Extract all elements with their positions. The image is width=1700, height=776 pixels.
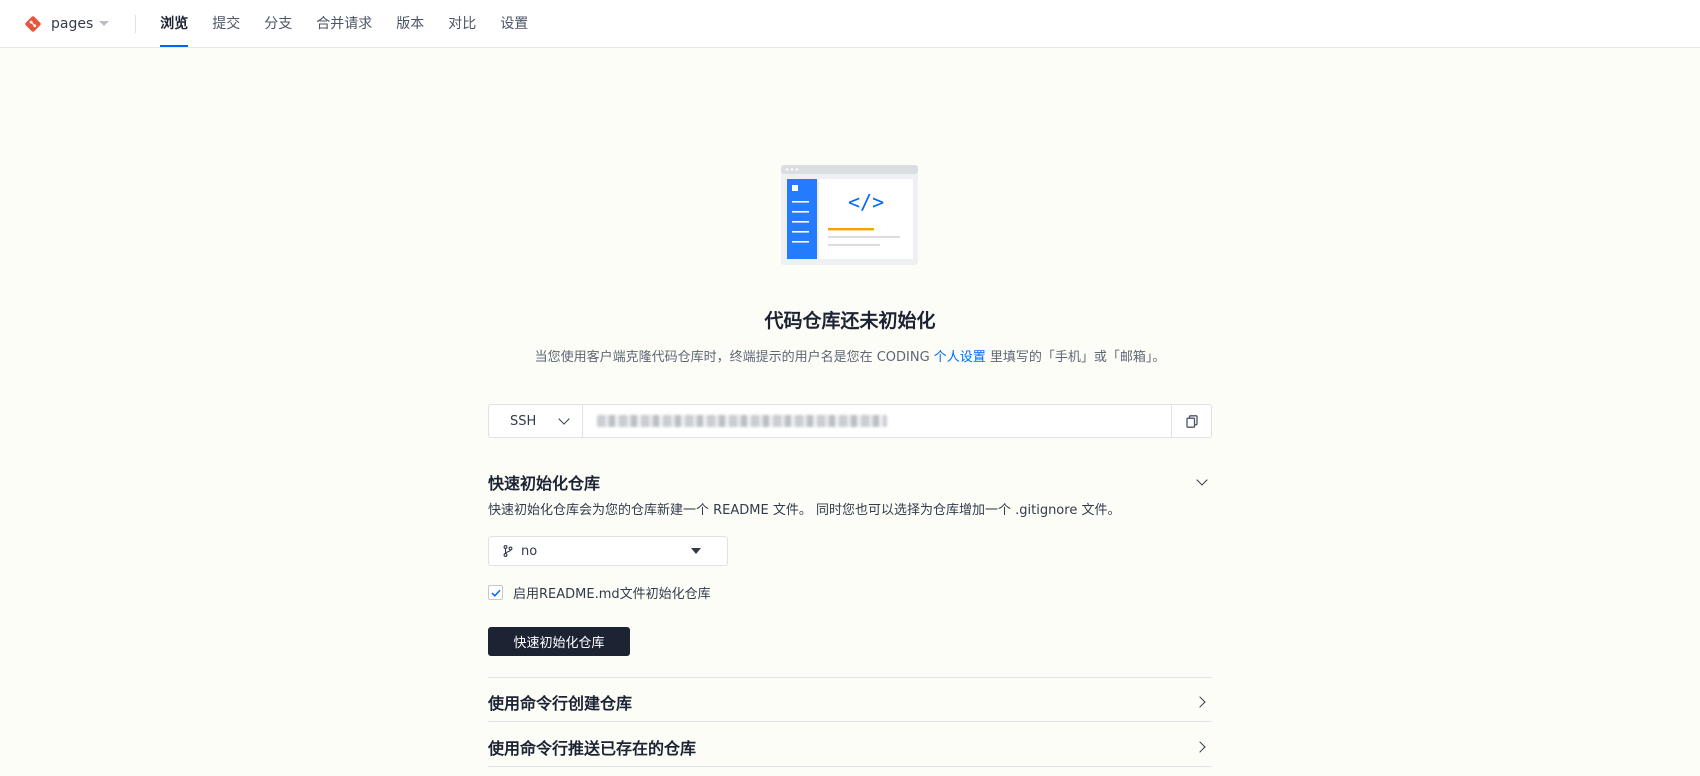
quick-init-header[interactable]: 快速初始化仓库 (488, 470, 1212, 494)
protocol-value: SSH (510, 413, 537, 429)
cli-create-title: 使用命令行创建仓库 (488, 694, 633, 713)
tab-browse[interactable]: 浏览 (160, 0, 189, 48)
quick-init-button[interactable]: 快速初始化仓库 (488, 627, 630, 656)
readme-checkbox[interactable] (488, 585, 503, 600)
tab-branches[interactable]: 分支 (264, 0, 292, 48)
desc-suffix: 里填写的「手机」或「邮箱」。 (985, 350, 1166, 365)
checkmark-icon (490, 589, 501, 597)
readme-checkbox-row[interactable]: 启用README.md文件初始化仓库 (488, 583, 711, 602)
nav-divider (135, 14, 137, 33)
copy-button[interactable] (1171, 405, 1211, 437)
code-window-illustration: </> (781, 165, 918, 265)
readme-checkbox-label: 启用README.md文件初始化仓库 (513, 587, 711, 602)
top-navigation-bar: pages 浏览 提交 分支 合并请求 版本 对比 设置 (0, 0, 1700, 48)
repo-tabs: 浏览 提交 分支 合并请求 版本 对比 设置 (160, 0, 552, 48)
cli-push-header[interactable]: 使用命令行推送已存在的仓库 (488, 735, 1212, 759)
clone-url-field[interactable] (583, 405, 1171, 437)
caret-down-icon (691, 548, 701, 554)
branch-icon (503, 545, 513, 557)
repo-switcher[interactable]: pages (24, 0, 110, 48)
caret-down-icon (99, 21, 110, 26)
chevron-down-icon (1196, 474, 1208, 486)
clone-url-box: SSH (488, 404, 1212, 438)
quick-init-title: 快速初始化仓库 (488, 474, 601, 493)
chevron-down-icon (558, 413, 570, 425)
repo-name: pages (51, 15, 94, 32)
cli-create-header[interactable]: 使用命令行创建仓库 (488, 690, 1212, 714)
section-divider (488, 721, 1212, 722)
chevron-right-icon (1194, 741, 1206, 753)
blurred-clone-url (597, 415, 887, 427)
svg-text:</>: </> (848, 190, 884, 214)
git-logo-icon (25, 15, 41, 32)
empty-state-title: 代码仓库还未初始化 (764, 310, 936, 332)
personal-settings-link[interactable]: 个人设置 (934, 350, 986, 365)
empty-state-description: 当您使用客户端克隆代码仓库时，终端提示的用户名是您在 CODING 个人设置 里… (488, 346, 1212, 365)
section-divider (488, 766, 1212, 767)
gitignore-select[interactable]: no (488, 536, 728, 566)
chevron-right-icon (1194, 696, 1206, 708)
tab-commits[interactable]: 提交 (212, 0, 240, 48)
quick-init-description: 快速初始化仓库会为您的仓库新建一个 README 文件。 同时您也可以选择为仓库… (488, 503, 1121, 518)
protocol-select[interactable]: SSH (489, 405, 583, 437)
cli-push-title: 使用命令行推送已存在的仓库 (488, 739, 697, 758)
copy-icon (1185, 414, 1198, 428)
select-value: no (521, 543, 538, 559)
tab-compare[interactable]: 对比 (448, 0, 476, 48)
desc-prefix: 当您使用客户端克隆代码仓库时，终端提示的用户名是您在 CODING (534, 350, 934, 365)
tab-settings[interactable]: 设置 (500, 0, 528, 48)
tab-releases[interactable]: 版本 (396, 0, 424, 48)
tab-merge-requests[interactable]: 合并请求 (316, 0, 372, 48)
section-divider (488, 677, 1212, 678)
